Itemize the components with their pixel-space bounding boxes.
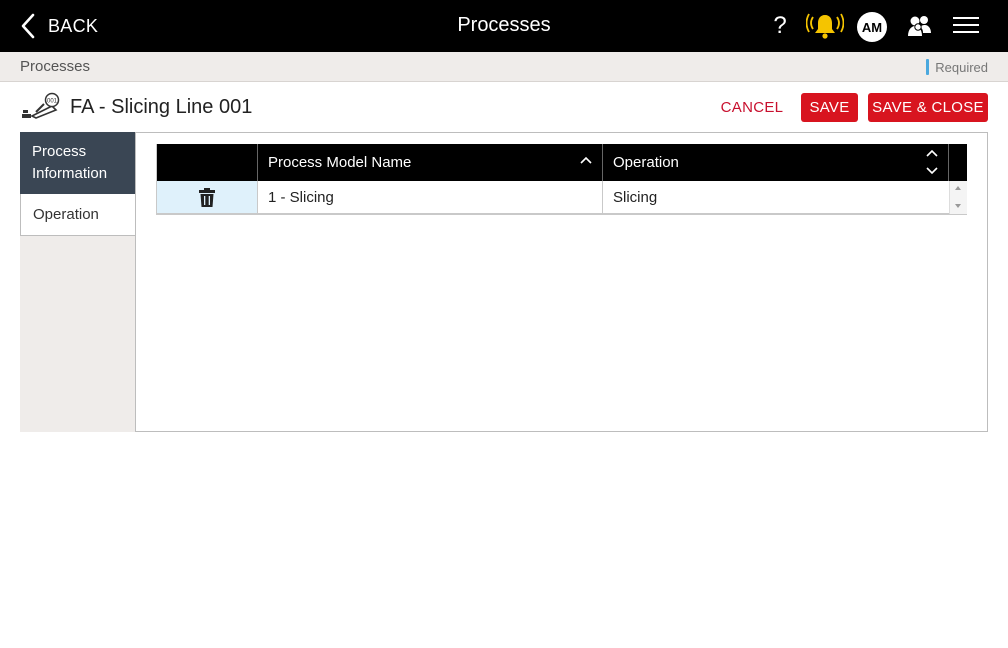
help-icon[interactable]: ? <box>770 12 790 40</box>
header-gutter <box>949 144 967 181</box>
table-row[interactable]: 1 - Slicing Slicing <box>157 181 949 214</box>
back-button[interactable]: BACK <box>20 12 98 40</box>
column-label: Process Model Name <box>268 154 412 171</box>
grid-header: Process Model Name Operation <box>157 144 967 181</box>
user-avatar[interactable]: AM <box>857 12 887 42</box>
bell-icon[interactable] <box>805 11 845 46</box>
sidebar-item-operation[interactable]: Operation <box>20 194 136 236</box>
cancel-button[interactable]: CANCEL <box>714 93 790 122</box>
scroll-up-icon[interactable] <box>955 186 961 190</box>
column-label: Operation <box>613 154 679 171</box>
scroll-down-icon[interactable] <box>955 204 961 208</box>
users-icon[interactable] <box>906 14 932 43</box>
process-machine-icon: 001 <box>22 92 60 125</box>
top-bar: BACK Processes ? AM <box>0 0 1008 52</box>
breadcrumb[interactable]: Processes <box>20 58 90 75</box>
hamburger-menu-icon[interactable] <box>953 17 979 35</box>
chevron-left-icon <box>21 13 35 39</box>
breadcrumb-bar: Processes Required <box>0 52 1008 82</box>
cell-operation[interactable]: Slicing <box>603 181 949 214</box>
sidebar-item-process-information[interactable]: Process Information <box>20 132 136 194</box>
grid-scrollbar[interactable] <box>949 181 967 214</box>
required-label: Required <box>935 59 988 75</box>
sort-ascending-icon[interactable] <box>580 156 592 164</box>
action-column-header <box>157 144 258 181</box>
operations-grid: Process Model Name Operation 1 - Slicing… <box>156 144 967 215</box>
required-legend: Required <box>926 59 988 75</box>
delete-row-button[interactable] <box>157 181 258 214</box>
record-title: FA - Slicing Line 001 <box>70 96 253 118</box>
column-header-operation[interactable]: Operation <box>603 144 949 181</box>
section-sidebar: Process Information Operation <box>20 132 136 432</box>
save-button[interactable]: SAVE <box>801 93 858 122</box>
save-and-close-button[interactable]: SAVE & CLOSE <box>868 93 988 122</box>
back-label: BACK <box>48 15 99 36</box>
column-header-process-model-name[interactable]: Process Model Name <box>258 144 603 181</box>
cell-process-model-name[interactable]: 1 - Slicing <box>258 181 603 214</box>
sort-toggle-icon[interactable] <box>926 149 938 175</box>
required-marker <box>926 59 930 75</box>
trash-icon <box>199 187 215 207</box>
svg-text:001: 001 <box>47 99 58 105</box>
